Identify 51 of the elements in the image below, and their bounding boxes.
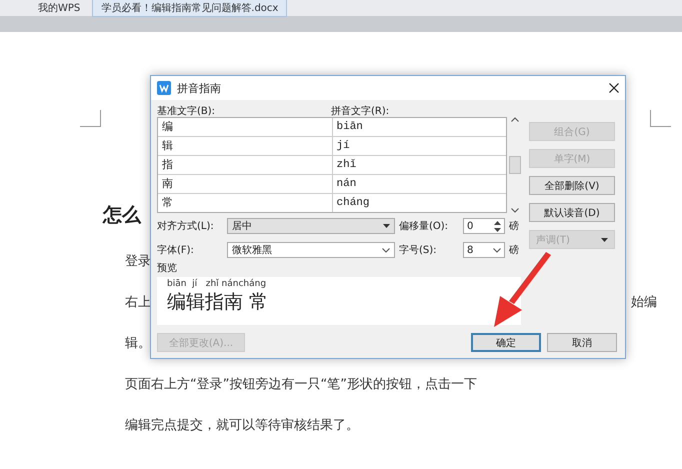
- size-dropdown[interactable]: 8: [463, 242, 505, 258]
- margin-corner-mark: [80, 110, 101, 127]
- field-label: 字号(S):: [399, 244, 438, 257]
- dropdown-arrow-icon: [383, 224, 390, 228]
- document-text: 辑。: [125, 335, 151, 351]
- scrollbar-thumb[interactable]: [509, 156, 521, 174]
- offset-spinner[interactable]: 0: [463, 218, 505, 234]
- base-text-cell[interactable]: 南: [158, 175, 332, 193]
- preview-text: 编辑指南 常: [167, 290, 270, 315]
- chevron-down-icon: [382, 248, 390, 252]
- dialog-button[interactable]: 确定: [471, 333, 541, 352]
- preview-pinyin: biān jí zhǐ náncháng: [167, 279, 268, 289]
- document-text: 登录: [125, 253, 151, 269]
- document-text: 右上: [125, 294, 151, 310]
- document-heading: 怎么: [103, 203, 141, 228]
- app-logo-icon: [157, 81, 171, 95]
- unit-label: 磅: [509, 220, 519, 233]
- base-text-cell[interactable]: 指: [158, 156, 332, 174]
- column-header: 拼音文字(R):: [331, 104, 390, 117]
- dropdown-arrow-icon: [601, 238, 608, 242]
- scroll-down-icon[interactable]: [511, 208, 519, 213]
- document-text: 页面右上方“登录”按钮旁边有一只“笔”形状的按钮，点击一下: [125, 376, 477, 392]
- preview-label: 预览: [157, 262, 178, 275]
- pinyin-cell[interactable]: biān: [332, 118, 506, 136]
- document-tab[interactable]: 学员必看！编辑指南常见问题解答.docx: [92, 0, 288, 17]
- dialog-button[interactable]: 取消: [547, 333, 617, 352]
- document-text: 始编: [631, 294, 657, 310]
- dialog-button[interactable]: 全部删除(V): [529, 176, 615, 195]
- column-header: 基准文字(B):: [157, 104, 216, 117]
- pinyin-cell[interactable]: cháng: [332, 194, 506, 212]
- field-label: 字体(F):: [157, 244, 195, 257]
- alignment-dropdown[interactable]: 居中: [227, 218, 395, 234]
- margin-corner-mark: [650, 110, 671, 127]
- dialog-title: 拼音指南: [177, 80, 222, 96]
- scroll-up-icon[interactable]: [511, 117, 519, 122]
- pinyin-cell[interactable]: zhǐ: [332, 156, 506, 174]
- dialog-button[interactable]: 默认读音(D): [529, 203, 615, 222]
- font-dropdown[interactable]: 微软雅黑: [227, 242, 395, 258]
- base-text-cell[interactable]: 编: [158, 118, 332, 136]
- base-text-cell[interactable]: 辑: [158, 137, 332, 155]
- document-tab[interactable]: 我的WPS: [30, 0, 88, 16]
- chevron-down-icon: [493, 248, 501, 252]
- pinyin-cell[interactable]: jí: [332, 137, 506, 155]
- base-text-cell[interactable]: 常: [158, 194, 332, 212]
- pinyin-cell[interactable]: nán: [332, 175, 506, 193]
- close-icon[interactable]: [609, 83, 619, 93]
- field-label: 偏移量(O):: [399, 220, 450, 233]
- document-text: 编辑完点提交，就可以等待审核结果了。: [125, 417, 359, 433]
- field-label: 对齐方式(L):: [157, 220, 215, 233]
- unit-label: 磅: [509, 244, 519, 257]
- spinner-arrows-icon[interactable]: [494, 220, 501, 232]
